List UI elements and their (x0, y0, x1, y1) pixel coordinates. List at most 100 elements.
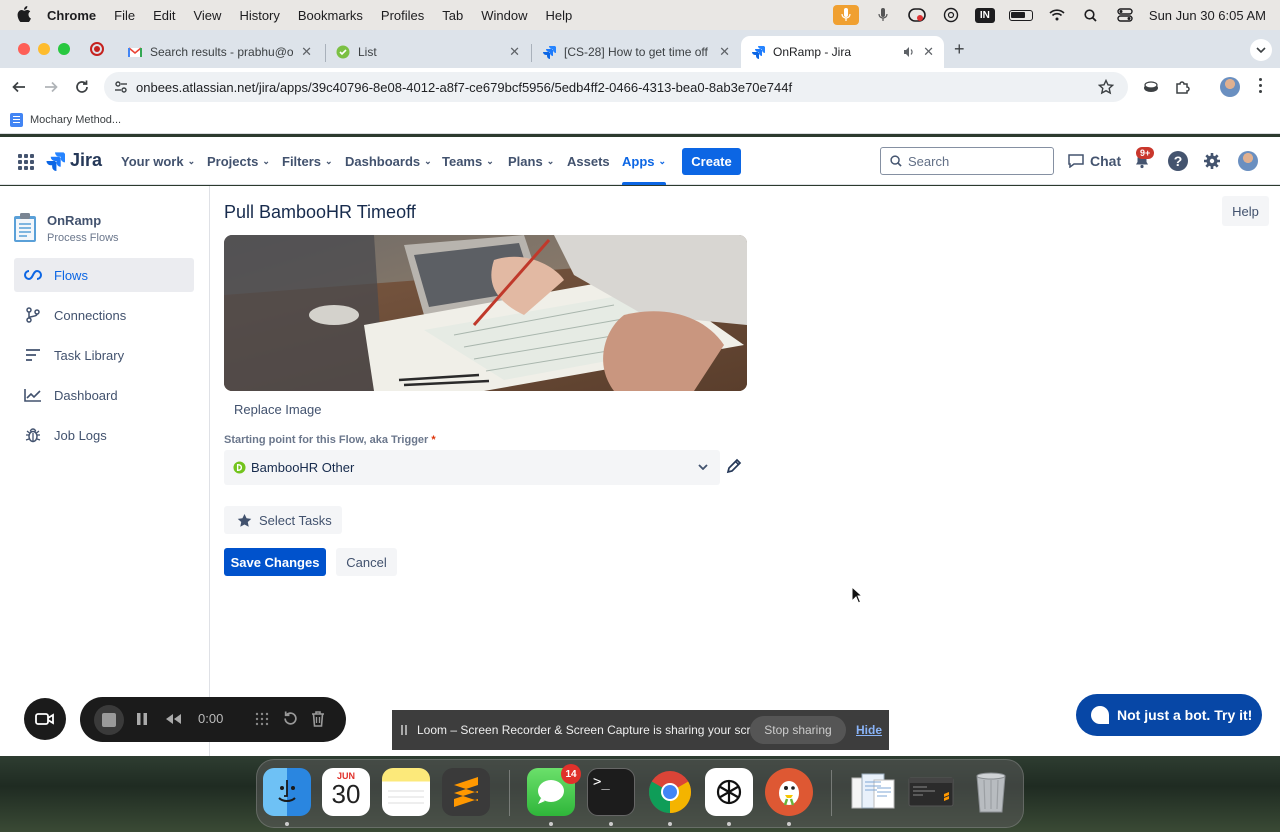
reload-icon[interactable] (72, 77, 92, 97)
microphone-active-icon[interactable] (832, 5, 859, 25)
menu-bookmarks[interactable]: Bookmarks (298, 8, 363, 23)
menu-file[interactable]: File (114, 8, 135, 23)
search-input[interactable]: Search (880, 147, 1054, 175)
chatbot-launcher[interactable]: Not just a bot. Try it! (1076, 694, 1262, 736)
tab-search-icon[interactable] (1250, 39, 1272, 61)
nav-dashboards[interactable]: Dashboards ⌄ (345, 137, 432, 185)
tab-gmail[interactable]: Search results - prabhu@onw ✕ (118, 36, 322, 68)
chatgpt-app-icon[interactable] (705, 768, 753, 816)
save-changes-button[interactable]: Save Changes (224, 548, 326, 576)
help-icon[interactable]: ? (1168, 151, 1188, 171)
speaker-icon[interactable] (903, 46, 915, 58)
nav-projects[interactable]: Projects ⌄ (207, 137, 270, 185)
profile-avatar[interactable] (1220, 77, 1240, 97)
nav-plans[interactable]: Plans ⌄ (508, 137, 554, 185)
forward-arrow-icon[interactable] (41, 77, 61, 97)
restart-icon[interactable] (283, 711, 298, 726)
trash-icon[interactable] (967, 768, 1015, 816)
menu-app-name[interactable]: Chrome (47, 8, 96, 23)
trigger-select[interactable]: BambooHR Other (224, 450, 720, 485)
sidebar-item-connections[interactable]: Connections (14, 298, 194, 332)
recording-indicator-icon[interactable] (90, 42, 104, 56)
notes-icon[interactable] (382, 768, 430, 816)
terminal-icon[interactable]: >_ (587, 768, 635, 816)
tab-list[interactable]: List ✕ (326, 36, 530, 68)
bookmark-mochary[interactable]: Mochary Method... (10, 112, 121, 127)
close-icon[interactable]: ✕ (719, 44, 730, 60)
app-switcher-icon[interactable] (18, 154, 34, 170)
apple-icon[interactable] (17, 5, 33, 25)
nav-assets[interactable]: Assets (567, 137, 610, 185)
sidebar-item-dashboard[interactable]: Dashboard (14, 378, 194, 412)
messages-icon[interactable]: 14 (527, 764, 581, 816)
trash-icon[interactable] (311, 711, 325, 727)
stop-recording-button[interactable] (94, 705, 124, 735)
rewind-icon[interactable] (164, 712, 182, 726)
omnibox[interactable]: onbees.atlassian.net/jira/apps/39c40796-… (104, 72, 1128, 102)
wifi-icon[interactable] (1047, 6, 1067, 24)
close-icon[interactable]: ✕ (301, 44, 312, 60)
pause-icon[interactable] (136, 712, 148, 726)
sidebar-item-flows[interactable]: Flows (14, 258, 194, 292)
stop-sharing-button[interactable]: Stop sharing (750, 716, 846, 744)
chatgpt-icon[interactable] (941, 6, 961, 24)
running-indicator (668, 822, 672, 826)
chat-button[interactable]: Chat (1068, 137, 1121, 185)
sidebar-item-task-library[interactable]: Task Library (14, 338, 194, 372)
window-close-button[interactable] (18, 43, 30, 55)
finder-icon[interactable] (263, 768, 311, 816)
replace-image-button[interactable]: Replace Image (234, 402, 321, 417)
control-center-icon[interactable] (1115, 6, 1135, 24)
loom-camera-button[interactable] (24, 698, 66, 740)
microphone-icon[interactable] (873, 6, 893, 24)
calendar-icon[interactable]: JUN 30 (322, 768, 370, 816)
select-tasks-button[interactable]: Select Tasks (224, 506, 342, 534)
documents-folder-icon[interactable] (849, 768, 897, 816)
close-icon[interactable]: ✕ (923, 44, 934, 60)
input-source-icon[interactable]: IN (974, 7, 995, 23)
menu-profiles[interactable]: Profiles (381, 8, 424, 23)
grid-icon[interactable] (255, 712, 269, 726)
menu-tab[interactable]: Tab (442, 8, 463, 23)
drag-handle-icon[interactable] (401, 725, 407, 735)
edit-pencil-icon[interactable] (726, 458, 742, 474)
nav-your-work[interactable]: Your work ⌄ (121, 137, 195, 185)
sublime-text-icon[interactable] (442, 768, 490, 816)
nav-filters[interactable]: Filters ⌄ (282, 137, 333, 185)
spotlight-search-icon[interactable] (1081, 6, 1101, 24)
cancel-button[interactable]: Cancel (336, 548, 397, 576)
menubar-clock[interactable]: Sun Jun 30 6:05 AM (1149, 8, 1266, 23)
menu-history[interactable]: History (239, 8, 279, 23)
settings-gear-icon[interactable] (1202, 151, 1222, 171)
window-zoom-button[interactable] (58, 43, 70, 55)
nav-teams[interactable]: Teams ⌄ (442, 137, 494, 185)
terminal-window-thumbnail-icon[interactable] (907, 768, 955, 816)
menu-window[interactable]: Window (481, 8, 527, 23)
bookmark-star-icon[interactable] (1097, 78, 1115, 98)
sidebar-item-job-logs[interactable]: Job Logs (14, 418, 194, 452)
nav-apps[interactable]: Apps ⌄ (622, 137, 667, 185)
battery-icon[interactable] (1008, 9, 1033, 21)
help-button[interactable]: Help (1222, 196, 1269, 226)
menu-view[interactable]: View (193, 8, 221, 23)
extensions-puzzle-icon[interactable] (1175, 79, 1191, 100)
user-avatar[interactable] (1238, 151, 1258, 171)
create-button[interactable]: Create (682, 148, 741, 175)
new-tab-button[interactable]: + (954, 39, 965, 60)
window-minimize-button[interactable] (38, 43, 50, 55)
menu-edit[interactable]: Edit (153, 8, 175, 23)
url-text[interactable]: onbees.atlassian.net/jira/apps/39c40796-… (136, 80, 792, 95)
site-settings-icon[interactable] (114, 80, 128, 97)
tab-onramp-jira[interactable]: OnRamp - Jira ✕ (741, 36, 944, 68)
back-arrow-icon[interactable] (9, 77, 29, 97)
duckduckgo-icon[interactable] (765, 768, 813, 816)
extension-icon[interactable] (1143, 79, 1159, 98)
screen-record-icon[interactable] (907, 6, 927, 24)
hide-button[interactable]: Hide (856, 710, 882, 750)
menu-help[interactable]: Help (546, 8, 573, 23)
tab-cs-28[interactable]: [CS-28] How to get time off r ✕ (532, 36, 740, 68)
jira-logo[interactable]: Jira (45, 150, 102, 171)
chrome-icon[interactable] (646, 768, 694, 816)
chrome-menu-icon[interactable] (1259, 78, 1262, 93)
close-icon[interactable]: ✕ (509, 44, 520, 60)
